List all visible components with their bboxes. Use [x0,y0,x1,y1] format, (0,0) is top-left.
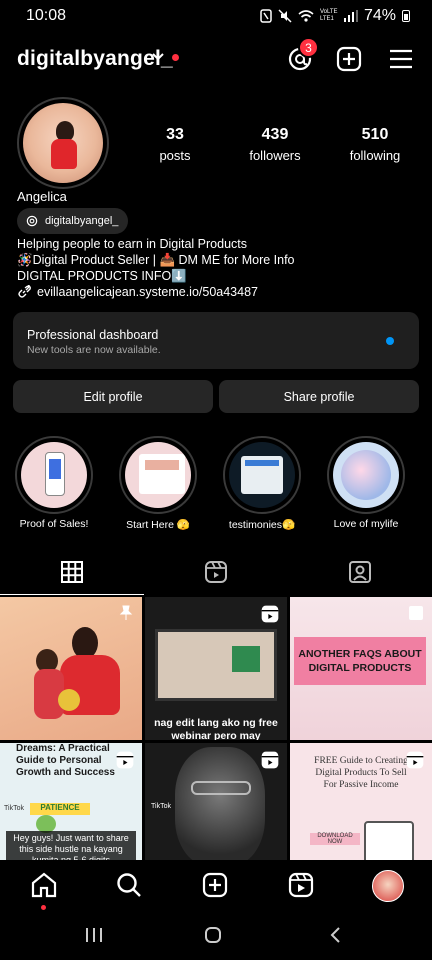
nfc-icon [260,9,272,23]
status-icons: VoLTE LTE1 74% [260,7,410,25]
highlight-testimonies[interactable]: testimonies🫣 [221,436,303,531]
edit-profile-button[interactable]: Edit profile [13,380,213,413]
signal-icon [343,10,358,22]
wifi-icon [298,10,314,22]
post-caption: nag edit lang ako ng free [154,717,278,729]
posts-count[interactable]: 33 posts [140,126,210,163]
tagged-icon [349,561,371,583]
avatar-image [23,103,103,183]
post-title: Dreams: A Practical Guide to Personal Gr… [16,743,115,778]
bio-line: Helping people to earn in Digital Produc… [17,237,247,251]
display-name: Angelica [17,189,67,204]
post-thumbnail[interactable]: nag edit lang ako ng free webinar pero m… [145,597,287,740]
reel-icon [261,751,279,769]
highlight-love-of-mylife[interactable]: Love of mylife [325,436,407,530]
search-icon[interactable] [114,870,144,900]
reels-icon[interactable] [286,870,316,900]
followers-count[interactable]: 439 followers [240,126,310,163]
status-time: 10:08 [26,7,67,24]
network-label: VoLTE LTE1 [319,9,338,22]
android-navigation-bar [0,912,432,960]
carousel-icon [409,606,423,620]
menu-icon[interactable] [386,44,416,74]
reel-icon [261,605,279,623]
reel-icon [116,751,134,769]
threads-profile-link[interactable]: digitalbyangel_ [17,208,129,234]
reels-icon [205,561,227,583]
battery-icon [402,10,410,22]
reel-icon [406,751,424,769]
professional-dashboard[interactable]: Professional dashboard New tools are now… [13,312,419,369]
highlight-label: Love of mylife [333,518,399,530]
create-icon[interactable] [200,870,230,900]
profile-stats: 33 posts 439 followers 510 following [140,126,410,163]
highlight-cover [229,442,295,508]
post-thumbnail[interactable]: ANOTHER FAQS ABOUT DIGITAL PRODUCTS [290,597,432,740]
chevron-down-icon[interactable] [151,52,165,62]
threads-icon [26,215,38,227]
following-count[interactable]: 510 following [340,126,410,163]
home-icon[interactable] [29,870,59,900]
post-caption: webinar pero may [171,730,261,740]
dashboard-subtitle: New tools are now available. [27,344,161,356]
profile-tabs [0,549,432,595]
recent-apps-icon[interactable] [84,926,104,944]
profile-header: digitalbyangel_ 3 [0,37,432,80]
link-icon [18,285,31,298]
username[interactable]: digitalbyangel_ [17,47,173,71]
highlight-cover [125,442,191,508]
post-banner: ANOTHER FAQS ABOUT DIGITAL PRODUCTS [294,637,426,685]
threads-handle: digitalbyangel_ [45,215,119,227]
highlight-cover [333,442,399,508]
highlight-label: testimonies🫣 [228,519,296,531]
home-notification-dot [41,905,46,910]
tab-tagged[interactable] [288,549,432,595]
bio: Helping people to earn in Digital Produc… [17,236,295,300]
create-post-icon[interactable] [334,44,364,74]
new-indicator-dot [386,337,394,345]
share-profile-button[interactable]: Share profile [219,380,419,413]
link-url: evillaangelicajean.systeme.io/50a43487 [37,285,258,299]
bottom-navigation [0,860,432,912]
highlight-start-here[interactable]: Start Here 🫣 [117,436,199,531]
bio-link[interactable]: evillaangelicajean.systeme.io/50a43487 [17,284,295,300]
post-thumbnail[interactable] [0,597,142,740]
threads-badge: 3 [298,37,319,58]
highlight-proof-of-sales[interactable]: Proof of Sales! [13,436,95,530]
back-icon[interactable] [328,926,342,944]
highlight-label: Proof of Sales! [19,518,89,530]
bio-line: 🪅Digital Product Seller | 📥 DM ME for Mo… [17,253,295,267]
post-title: FREE Guide to Creating Digital Products … [314,756,408,790]
profile-tab-avatar[interactable] [372,870,404,902]
highlight-cover [21,442,87,508]
home-button-icon[interactable] [204,926,222,944]
profile-avatar[interactable] [17,97,109,189]
tab-posts-grid[interactable] [0,549,144,595]
mute-icon [278,9,292,23]
bio-line: DIGITAL PRODUCTS INFO⬇️ [17,269,187,283]
grid-icon [61,560,83,583]
highlight-label: Start Here 🫣 [126,519,190,531]
dashboard-title: Professional dashboard [27,328,159,342]
tab-reels[interactable] [144,549,288,595]
status-bar: 10:08 VoLTE LTE1 74% [0,0,432,34]
notification-dot [172,54,179,61]
battery-percent: 74% [363,7,396,24]
pin-icon [119,605,133,620]
